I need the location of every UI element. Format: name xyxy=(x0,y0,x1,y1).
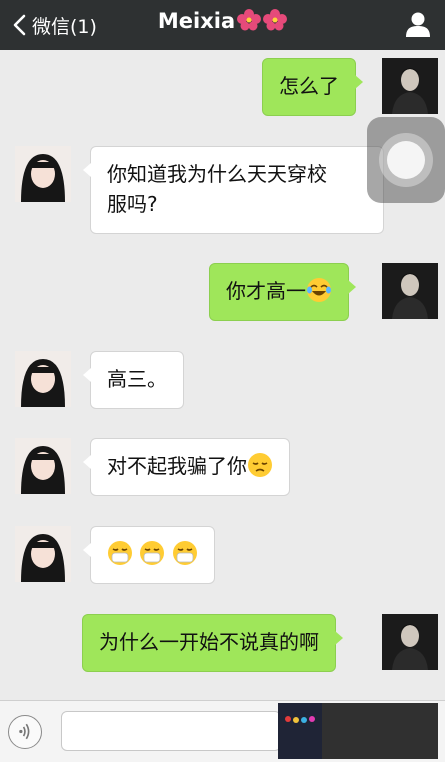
message-bubble-outgoing[interactable]: 你才高一 xyxy=(209,263,356,321)
avatar[interactable] xyxy=(15,526,71,582)
mask-emoji xyxy=(140,541,165,565)
avatar[interactable] xyxy=(15,351,71,407)
message-bubble-outgoing[interactable]: 怎么了 xyxy=(262,58,363,116)
message-row: 怎么了 xyxy=(0,58,445,118)
message-text: 怎么了 xyxy=(279,74,339,98)
message-row: 你才高一 xyxy=(0,263,445,323)
mask-emoji xyxy=(108,541,132,565)
message-bubble-incoming[interactable]: 高三。 xyxy=(83,351,184,409)
message-row: 对不起我骗了你 xyxy=(0,438,445,498)
assistive-touch-button[interactable] xyxy=(367,117,445,203)
avatar[interactable] xyxy=(15,438,71,494)
message-row: 高三。 xyxy=(0,351,445,411)
chat-title-container: Meixia xyxy=(0,9,445,33)
overlay-image xyxy=(278,703,438,759)
message-bubble-incoming[interactable] xyxy=(83,526,215,584)
message-bubble-incoming[interactable]: 你知道我为什么天天穿校 服吗? xyxy=(83,146,384,234)
avatar[interactable] xyxy=(15,146,71,202)
voice-icon xyxy=(19,723,30,740)
avatar[interactable] xyxy=(382,614,438,670)
message-text: 高三。 xyxy=(107,367,167,391)
message-text: 你知道我为什么天天穿校 服吗? xyxy=(107,162,327,216)
message-row xyxy=(0,526,445,586)
message-row: 为什么一开始不说真的啊 xyxy=(0,614,445,674)
assistive-touch-core xyxy=(387,141,425,179)
chat-header: 微信(1) Meixia xyxy=(0,0,445,50)
message-text: 为什么一开始不说真的啊 xyxy=(99,630,319,654)
mask-emoji xyxy=(172,541,197,565)
message-text: 你才高一 xyxy=(226,279,306,303)
avatar[interactable] xyxy=(382,263,438,319)
message-input[interactable] xyxy=(61,711,281,751)
message-bubble-outgoing[interactable]: 为什么一开始不说真的啊 xyxy=(82,614,343,672)
hibiscus-icon xyxy=(263,9,288,31)
person-icon[interactable] xyxy=(405,11,431,37)
tears-of-joy-emoji xyxy=(307,278,331,302)
voice-button[interactable] xyxy=(8,715,42,749)
chat-title: Meixia xyxy=(157,9,236,33)
message-bubble-incoming[interactable]: 对不起我骗了你 xyxy=(83,438,290,496)
hibiscus-icon xyxy=(237,9,262,31)
avatar[interactable] xyxy=(382,58,438,114)
pensive-emoji xyxy=(248,453,272,477)
message-text: 对不起我骗了你 xyxy=(107,454,247,478)
